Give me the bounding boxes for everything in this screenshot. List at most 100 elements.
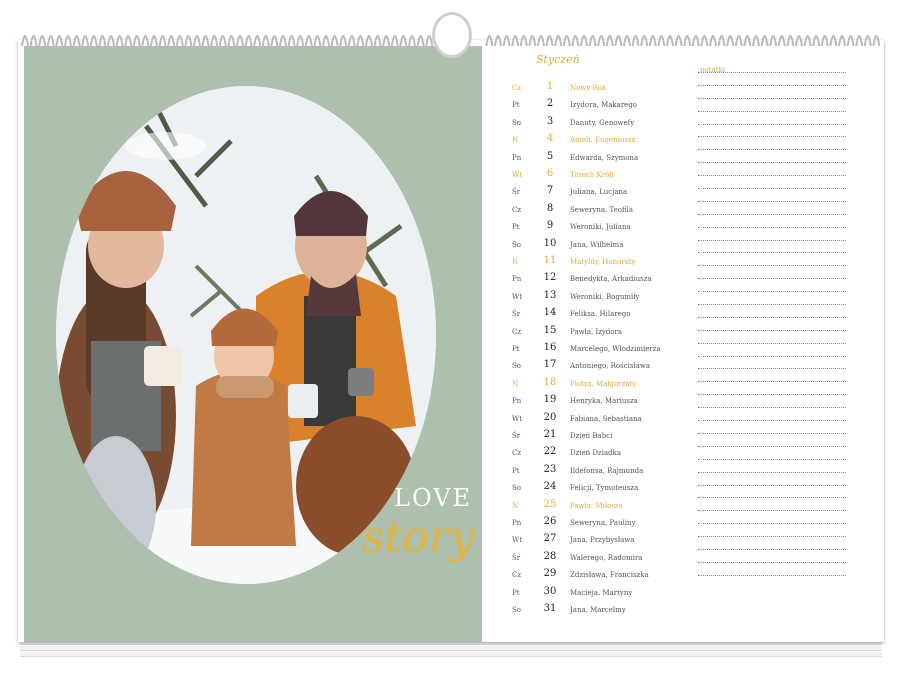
day-of-week: Pt — [512, 345, 520, 353]
day-number: 25 — [543, 498, 557, 510]
spiral-coil — [717, 35, 726, 47]
name-day: Dzień Dziadka — [570, 449, 622, 458]
day-number: 9 — [546, 220, 554, 232]
note-line — [698, 510, 846, 512]
note-line — [698, 200, 846, 202]
spiral-coil — [597, 35, 606, 47]
day-number: 26 — [543, 516, 557, 527]
note-line — [698, 316, 846, 318]
day-of-week: Pn — [512, 153, 522, 162]
day-of-week: Wt — [512, 171, 523, 179]
name-day: Pawła, Miłosza — [570, 501, 623, 510]
spiral-coil — [863, 35, 872, 47]
hanger-hook — [432, 12, 472, 58]
day-number: 14 — [543, 307, 557, 319]
note-line — [698, 574, 846, 576]
spiral-coil — [752, 35, 760, 47]
note-line — [698, 458, 846, 460]
spiral-coil — [528, 35, 537, 47]
spiral-coil — [812, 35, 821, 47]
spiral-coil — [726, 35, 735, 47]
note-line — [698, 278, 846, 280]
spiral-coil — [150, 35, 158, 47]
note-line — [698, 342, 846, 344]
spiral-coil — [580, 35, 588, 47]
name-day: Walerego, Radomira — [570, 553, 643, 562]
spiral-coil — [330, 35, 339, 47]
day-of-week: Pn — [512, 519, 522, 527]
day-of-week: Pt — [512, 588, 520, 597]
note-line — [698, 162, 846, 164]
notes-lines — [698, 72, 846, 614]
spiral-coil — [614, 35, 623, 47]
note-line — [698, 471, 846, 473]
spiral-coil — [313, 35, 322, 47]
name-day: Matyldy, Honoraty — [570, 258, 636, 266]
day-number: 22 — [543, 446, 557, 458]
note-line — [698, 291, 846, 293]
name-day: Nowy Rok — [570, 84, 607, 92]
spiral-coil — [236, 35, 244, 47]
spiral-coil — [760, 35, 769, 47]
name-day: Henryka, Mariusza — [570, 397, 638, 406]
spiral-coil — [795, 35, 803, 47]
note-line — [698, 239, 846, 241]
day-number: 27 — [543, 533, 557, 545]
spiral-coil — [253, 35, 262, 47]
spiral-coil — [55, 35, 64, 47]
name-day: Jana, Przybysława — [570, 536, 635, 545]
note-line — [698, 84, 846, 86]
spiral-coil — [631, 35, 640, 47]
spiral-coil — [820, 35, 829, 47]
spiral-coil — [158, 35, 167, 47]
name-day: Fabiana, Sebastiana — [570, 414, 642, 423]
name-day: Felicji, Tymoteusza — [570, 484, 639, 493]
note-line — [698, 561, 846, 563]
spiral-coil — [29, 35, 38, 47]
spiral-coil — [855, 35, 864, 47]
spiral-coil — [201, 35, 210, 47]
day-number: 3 — [546, 115, 554, 127]
spiral-coil — [270, 35, 279, 47]
note-line — [698, 432, 846, 434]
spiral-coil — [485, 35, 494, 47]
spiral-coil — [846, 35, 855, 47]
day-of-week: Cz — [512, 327, 522, 336]
day-number: 8 — [546, 202, 554, 214]
spiral-coil — [408, 35, 416, 47]
day-of-week: Śr — [512, 188, 521, 197]
name-day: Antoniego, Rościsława — [570, 362, 651, 371]
day-of-week: So — [512, 484, 522, 493]
name-day: Feliksa, Hilarego — [570, 310, 631, 319]
spiral-coil — [709, 35, 717, 47]
spiral-coil — [64, 35, 72, 47]
spiral-coil — [390, 35, 399, 47]
note-line — [698, 110, 846, 112]
spiral-coil — [803, 35, 812, 47]
day-of-week: N — [512, 501, 519, 510]
spiral-coil — [674, 35, 683, 47]
name-day: Dzień Babci — [570, 432, 613, 440]
note-line — [698, 213, 846, 215]
spiral-coil — [296, 35, 305, 47]
note-line — [698, 97, 846, 99]
note-line — [698, 188, 846, 190]
day-number: 13 — [543, 289, 557, 301]
day-of-week: Pn — [512, 397, 522, 406]
spiral-coil — [244, 35, 253, 47]
spiral-coil — [700, 35, 709, 47]
spiral-coil — [502, 35, 511, 47]
name-day: Piotra, Małgorzaty — [570, 379, 637, 388]
day-of-week: Wt — [512, 536, 523, 545]
photo-panel: LOVE story — [24, 46, 482, 642]
spiral-coil — [356, 35, 365, 47]
day-number: 10 — [543, 237, 557, 249]
spiral-coil — [287, 35, 296, 47]
note-line — [698, 548, 846, 550]
spiral-coil — [89, 35, 98, 47]
day-of-week: Śr — [512, 310, 521, 319]
note-line — [698, 445, 846, 447]
name-day: Danuty, Genowefy — [570, 118, 635, 127]
day-of-week: Cz — [512, 449, 522, 458]
note-line — [698, 329, 846, 331]
